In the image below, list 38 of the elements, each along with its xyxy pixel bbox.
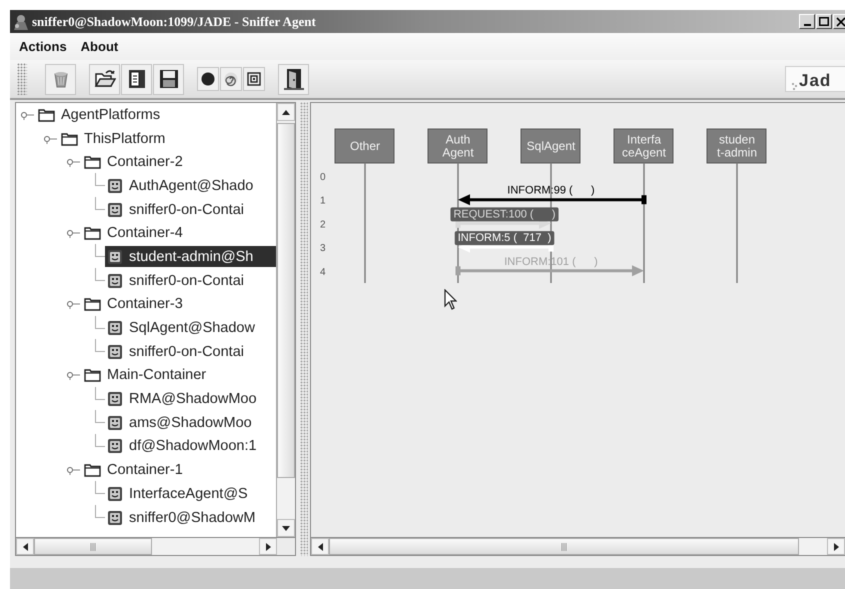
tree-item[interactable]: student-admin@Sh xyxy=(105,246,276,268)
agent-name: t-admin xyxy=(717,146,757,160)
agent-name: SqlAgent xyxy=(526,139,576,153)
agent-name: Other xyxy=(350,139,380,153)
tree-item[interactable]: ams@ShadowMoo xyxy=(105,412,276,434)
tree-item[interactable]: Container-4 xyxy=(82,222,276,244)
row-number: 0 xyxy=(320,172,326,183)
row-number: 2 xyxy=(320,219,326,230)
menu-item[interactable]: Actions xyxy=(19,39,67,54)
agent-name: Interfa xyxy=(626,132,662,146)
agent-name: studen xyxy=(718,132,756,146)
message-label: INFORM:99 ( ) xyxy=(507,184,595,197)
menu-item[interactable]: About xyxy=(80,39,118,54)
agent-name: Agent xyxy=(442,146,474,160)
tree-item[interactable]: SqlAgent@Shadow xyxy=(105,318,276,339)
agent-name: ceAgent xyxy=(622,146,666,160)
tree-item[interactable]: sniffer0-on-Contai xyxy=(105,199,276,220)
message-label: REQUEST:100 ( ) xyxy=(450,207,559,222)
tree-item[interactable]: RMA@ShadowMoo xyxy=(105,388,276,410)
row-number: 3 xyxy=(320,243,326,254)
tree-item[interactable]: AgentPlatforms xyxy=(36,104,276,126)
tree-item[interactable]: df@ShadowMoon:1 xyxy=(105,436,276,457)
tree-item[interactable]: sniffer0-on-Contai xyxy=(105,270,276,292)
tree-item[interactable]: sniffer0-on-Contai xyxy=(105,341,276,362)
window-title: sniffer0@ShadowMoon:1099/JADE - Sniffer Agent xyxy=(32,14,316,30)
tree-item[interactable]: sniffer0@ShadowM xyxy=(105,507,276,528)
tree-item[interactable]: ThisPlatform xyxy=(59,128,276,150)
tree-item[interactable]: Container-1 xyxy=(82,460,276,481)
tree-item[interactable]: Container-3 xyxy=(82,294,276,315)
tree-item[interactable]: Container-2 xyxy=(82,152,276,173)
logo-text: Jad xyxy=(799,71,832,91)
row-number: 1 xyxy=(320,196,326,207)
message-label: INFORM:5 ( 717 ) xyxy=(454,231,554,246)
agent-name: Auth xyxy=(446,132,470,146)
tree-item[interactable]: Main-Container xyxy=(82,364,276,386)
tree-item[interactable]: InterfaceAgent@S xyxy=(105,483,276,504)
tree-item[interactable]: AuthAgent@Shado xyxy=(105,175,276,196)
row-number: 4 xyxy=(320,266,326,278)
